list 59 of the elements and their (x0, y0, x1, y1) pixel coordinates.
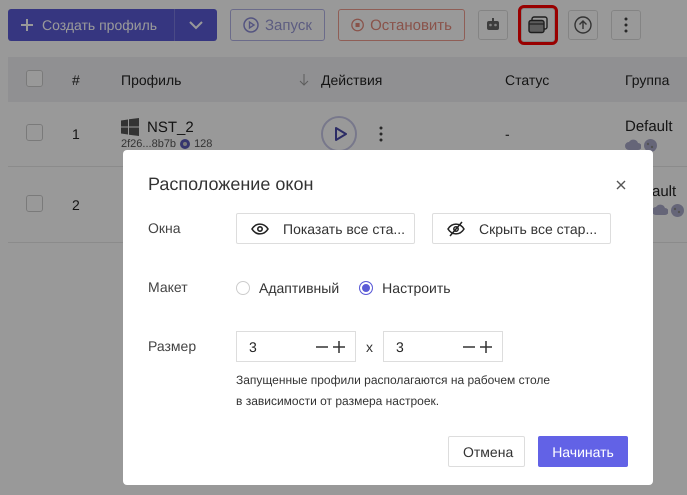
group-name: ault (652, 183, 678, 200)
select-all-checkbox[interactable] (26, 70, 43, 86)
column-header: Профиль (121, 72, 182, 88)
layout-label: Макет (148, 278, 189, 297)
hint-text: Запущенные профили располагаются на рабочем столе в зависимости от размера настроек. (236, 372, 552, 410)
row-checkbox[interactable] (26, 194, 43, 212)
windows-label: Окна (148, 219, 182, 238)
stop-icon (351, 17, 364, 33)
cookie-icon (671, 204, 684, 217)
dropdown-button[interactable] (175, 9, 217, 41)
width-input[interactable]: 3 (236, 331, 356, 362)
column-header: Действия (321, 72, 384, 88)
more-icon[interactable] (379, 126, 383, 142)
eye-icon (251, 222, 269, 234)
close-button[interactable] (614, 178, 628, 192)
height-input[interactable]: 3 (383, 331, 503, 362)
more-button[interactable] (611, 10, 641, 40)
close-icon (616, 180, 626, 190)
robot-button[interactable] (478, 10, 508, 40)
plus-icon (20, 18, 34, 32)
hide-all-button[interactable]: Скрыть все стар... (432, 213, 611, 244)
radio-option[interactable]: Настроить (359, 280, 451, 296)
cookie-icon (644, 139, 657, 152)
radio-option[interactable]: Адаптивный (236, 280, 340, 296)
upload-icon (574, 16, 592, 34)
row-number: 1 (71, 126, 81, 142)
upload-button[interactable] (568, 10, 598, 40)
row-number: 2 (71, 196, 81, 212)
browser-windows-icon (528, 16, 548, 34)
browser-icon (180, 139, 190, 149)
size-label: Размер (148, 337, 198, 356)
status-text: - (505, 126, 510, 142)
profile-name[interactable]: NST_2 (147, 118, 194, 136)
plus-icon[interactable] (480, 340, 492, 352)
robot-icon (485, 17, 501, 33)
row-checkbox[interactable] (26, 124, 43, 141)
profile-id: 2f26...8b7b (121, 138, 176, 150)
chevron-down-icon (189, 20, 203, 30)
cloud-icon (652, 204, 668, 215)
more-icon (624, 17, 628, 33)
plus-icon[interactable] (333, 340, 345, 352)
create-profile-button[interactable]: Создать профиль (8, 9, 175, 41)
windows-logo-icon (121, 118, 139, 136)
cloud-icon (625, 139, 641, 150)
run-button[interactable] (321, 116, 357, 152)
cancel-button[interactable]: Отмена (448, 436, 525, 467)
start-button[interactable]: Начинать (538, 436, 628, 467)
group-name: Default (625, 118, 674, 135)
play-icon (334, 126, 348, 142)
show-all-button[interactable]: Показать все ста... (236, 213, 415, 244)
dialog-title: Расположение окон (148, 174, 314, 195)
browser-version: 128 (194, 138, 212, 150)
column-header: Статус (504, 72, 550, 88)
times-sign: x (366, 338, 373, 354)
eye-slash-icon (447, 220, 465, 236)
column-header: # (71, 72, 81, 88)
play-icon (243, 17, 259, 33)
column-header: Группа (625, 72, 670, 88)
windows-button[interactable] (521, 8, 555, 42)
